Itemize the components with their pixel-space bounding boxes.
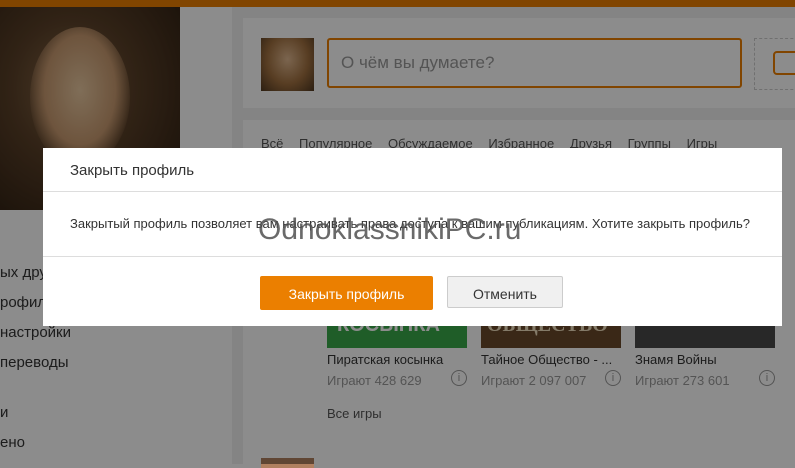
close-profile-button[interactable]: Закрыть профиль [260,276,433,310]
cancel-button[interactable]: Отменить [447,276,563,308]
watermark: OdnoklassnikiPC.ru [258,213,522,246]
dialog-footer: Закрыть профиль Отменить [43,257,782,327]
dialog-title: Закрыть профиль [43,148,782,192]
